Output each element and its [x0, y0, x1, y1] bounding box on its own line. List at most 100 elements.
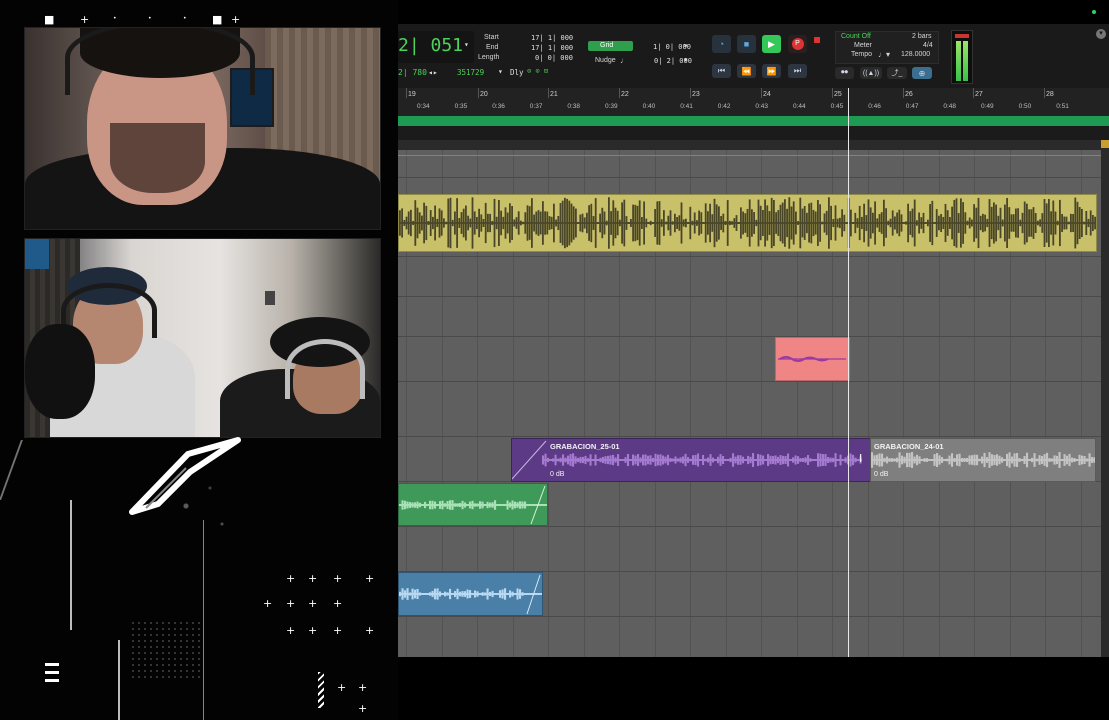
midi-merge-button[interactable]: ⊕ — [912, 67, 932, 79]
deco-plus-icon: + — [286, 624, 296, 637]
track-separator — [398, 381, 1101, 382]
loop-record-button[interactable]: ⏺⏺ — [835, 67, 854, 79]
edit-window[interactable]: GRABACION_25-01 0 dB GRABACION_24-01 0 d… — [398, 150, 1101, 657]
deco-dot-icon: • — [183, 15, 187, 22]
main-counter-arrow-icon[interactable]: ▾ — [464, 40, 469, 49]
audio-clip-green[interactable] — [398, 483, 548, 526]
nudge-dropdown-icon[interactable]: ▾ — [684, 56, 688, 64]
ruler-tick — [619, 88, 620, 98]
play-button[interactable]: ▶ — [762, 35, 781, 53]
marker-row[interactable] — [398, 140, 1109, 150]
scroll-toggle-icon[interactable] — [1101, 140, 1109, 148]
audio-clip-yellow[interactable] — [398, 194, 1097, 252]
timeline-ruler[interactable]: 19 20 21 22 23 24 25 26 27 28 0:34 0:35 0:36 0:37 0:38… — [398, 88, 1109, 116]
ruler-bar-label: 23 — [692, 91, 700, 98]
rewind-button[interactable]: ⏪ — [737, 64, 756, 78]
splatter-texture — [150, 470, 270, 560]
ruler-time-label: 0:47 — [905, 103, 919, 110]
window-menu-icon[interactable]: ▾ — [1096, 29, 1106, 39]
tempo-label[interactable]: Tempo — [851, 51, 872, 58]
status-dot — [1092, 10, 1096, 14]
deco-plus-icon: + — [308, 597, 318, 610]
online-button[interactable]: ◔ — [712, 35, 731, 53]
tempo-map-button[interactable]: ⤴_ — [887, 67, 907, 79]
ruler-bar-label: 22 — [621, 91, 629, 98]
sub-counter-arrow-icon: ◂▸ — [428, 68, 438, 77]
ruler-tick — [903, 88, 904, 98]
ruler-bar-label: 27 — [975, 91, 983, 98]
ruler-time-label: 0:40 — [642, 103, 656, 110]
ruler-bar-label: 28 — [1046, 91, 1054, 98]
deco-plus-icon: + — [80, 13, 90, 26]
track-separator — [398, 336, 1101, 337]
fast-forward-button[interactable]: ⏩ — [762, 64, 781, 78]
grid-dropdown-icon[interactable]: ▾ — [684, 42, 688, 50]
grid-button[interactable]: Grid — [588, 41, 633, 51]
length-label: Length — [478, 54, 500, 61]
ruler-time-label: 0:50 — [1018, 103, 1032, 110]
record-button[interactable]: P — [788, 35, 807, 53]
clip-gain[interactable]: 0 dB — [874, 471, 888, 478]
clip-gain[interactable]: 0 dB — [550, 471, 564, 478]
deco-plus-icon: + — [286, 597, 296, 610]
deco-frame-line — [118, 640, 120, 720]
deco-plus-icon: + — [333, 572, 343, 585]
waveform — [399, 574, 542, 615]
master-meter — [951, 30, 973, 84]
clip-name: GRABACION_24-01 — [874, 442, 944, 451]
vertical-scrollbar[interactable] — [1101, 140, 1109, 657]
meter-label[interactable]: Meter — [854, 42, 872, 49]
ruler-time-label: 0:41 — [680, 103, 693, 110]
wall-switch — [265, 291, 275, 305]
deco-plus-icon: + — [308, 624, 318, 637]
meter-level-left — [956, 41, 961, 81]
ruler-bar-label: 19 — [408, 91, 416, 98]
metronome-button[interactable]: ((▲)) — [860, 67, 882, 79]
deco-square-icon: ■ — [212, 13, 223, 26]
sync-icons[interactable]: ⊙ ⊙ ⊡ — [527, 67, 548, 75]
audio-clip-blue[interactable] — [398, 572, 543, 616]
ruler-bar-label: 24 — [763, 91, 771, 98]
deco-dot-icon: • — [113, 15, 117, 22]
ruler-time-label: 0:35 — [454, 103, 468, 110]
loop-range-line — [398, 155, 1109, 156]
ruler-tick — [832, 88, 833, 98]
ruler-tick — [973, 88, 974, 98]
audio-clip-grabacion-24[interactable]: GRABACION_24-01 0 dB — [870, 438, 1096, 482]
length-value[interactable]: 0| 0| 000 — [535, 54, 573, 62]
deco-plus-icon: + — [365, 572, 375, 585]
deco-plus-icon: + — [333, 624, 343, 637]
playhead-cursor[interactable] — [848, 88, 849, 657]
dly-label[interactable]: Dly — [510, 68, 524, 77]
ruler-tick — [1044, 88, 1045, 98]
rewind-start-button[interactable]: ⏮ — [712, 64, 731, 78]
go-to-end-button[interactable]: ⏭ — [788, 64, 807, 78]
count-off-value: 2 bars — [912, 33, 932, 40]
start-value[interactable]: 17| 1| 000 — [531, 34, 573, 42]
ruler-time-label: 0:34 — [417, 103, 430, 110]
ruler-time-label: 0:37 — [529, 103, 543, 110]
headphones — [65, 28, 255, 95]
deco-plus-icon: + — [308, 572, 318, 585]
ruler-bar-label: 25 — [834, 91, 842, 98]
ruler-time-label: 0:48 — [943, 103, 957, 110]
track-separator — [398, 436, 1101, 437]
webcam-top — [24, 27, 381, 230]
deco-plus-icon: + — [337, 681, 347, 694]
ruler-tick — [478, 88, 479, 98]
studio-screen — [25, 239, 49, 269]
audio-clip-grabacion-25[interactable]: GRABACION_25-01 0 dB — [511, 438, 871, 482]
tempo-note-icon: ♩▾ — [878, 50, 891, 59]
audio-clip-pink[interactable] — [775, 337, 850, 381]
samples-value: 351729 — [457, 68, 485, 77]
clip-name: GRABACION_25-01 — [550, 442, 620, 451]
stop-button[interactable]: ■ — [737, 35, 756, 53]
end-value[interactable]: 17| 1| 000 — [531, 44, 573, 52]
marker-ruler-strip[interactable] — [398, 116, 1109, 126]
count-off-label[interactable]: Count Off — [841, 33, 871, 40]
sub-counter: 2| 780 — [398, 68, 427, 77]
track-separator — [398, 296, 1101, 297]
nudge-label[interactable]: Nudge — [595, 57, 616, 64]
record-indicator — [814, 37, 820, 43]
waveform — [778, 356, 846, 362]
